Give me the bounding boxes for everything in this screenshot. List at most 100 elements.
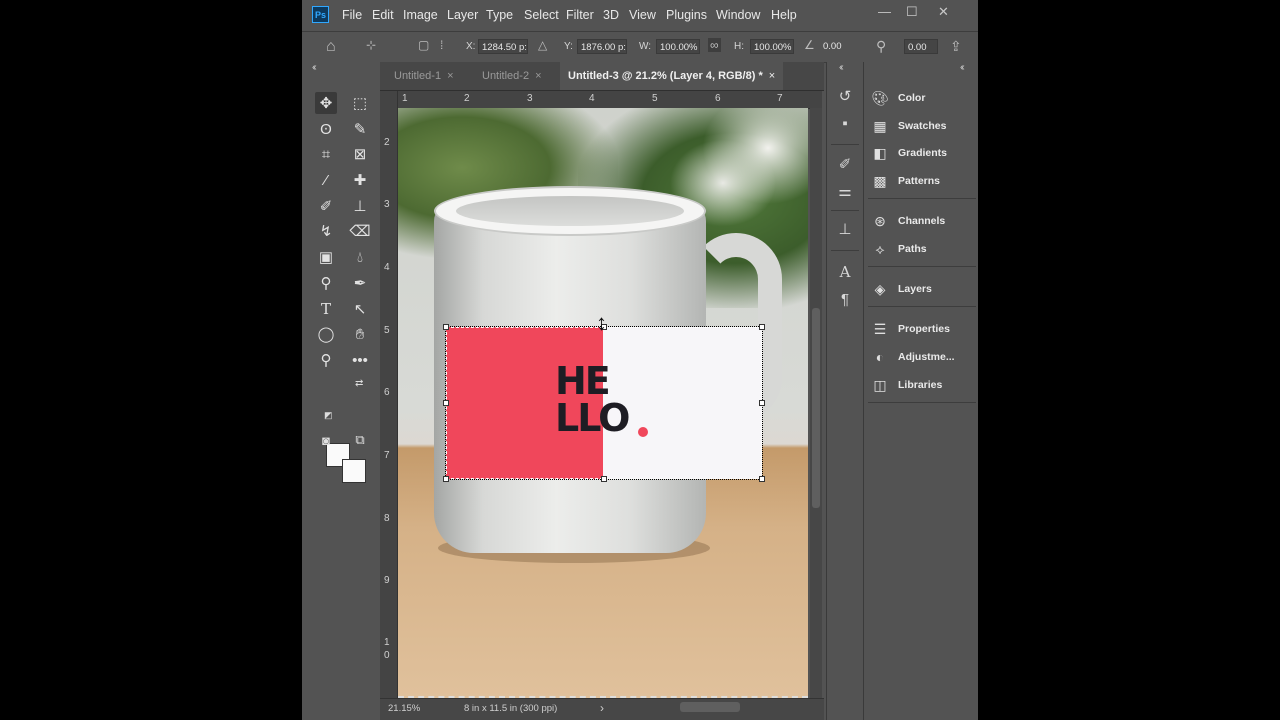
type-tool-icon[interactable]: T <box>315 298 337 320</box>
link-icon[interactable]: ∞ <box>708 38 721 52</box>
transform-handle[interactable] <box>759 324 765 330</box>
adjust-icon[interactable]: ⚌ <box>835 182 855 202</box>
pen-tool-icon[interactable]: ✒ <box>349 272 371 294</box>
path-select-tool-icon[interactable]: ↖ <box>349 298 371 320</box>
move-tool-icon[interactable]: ✥ <box>315 92 337 114</box>
panel-libraries[interactable]: ◫ Libraries <box>870 373 978 397</box>
home-icon[interactable]: ⌂ <box>326 38 336 56</box>
panel-color[interactable]: 🎨︎ Color <box>870 86 978 110</box>
transform-handle[interactable] <box>601 476 607 482</box>
panel-gradients[interactable]: ◧ Gradients <box>870 141 978 165</box>
search-icon[interactable]: ⚲ <box>876 38 886 55</box>
screen-mode-icon[interactable]: ⧉ <box>349 429 371 451</box>
y-position-field[interactable]: 1876.00 p: <box>577 39 627 54</box>
stamp-tool-icon[interactable]: ⊥ <box>349 195 371 217</box>
collapse-icons-icon[interactable]: ‹‹ <box>839 62 843 73</box>
marquee-tool-icon[interactable]: ⬚ <box>349 92 371 114</box>
collapse-toolbar-icon[interactable]: ‹‹ <box>312 62 316 73</box>
panel-layers[interactable]: ◈ Layers <box>870 277 978 301</box>
history-icon[interactable]: ↺ <box>835 87 855 107</box>
frame-tool-icon[interactable]: ⊠ <box>349 143 371 165</box>
paragraph-icon[interactable]: ¶ <box>835 290 855 310</box>
tab-untitled-3[interactable]: Untitled-3 @ 21.2% (Layer 4, RGB/8) * × <box>560 62 784 90</box>
transform-handle[interactable] <box>759 476 765 482</box>
angle-icon: ∠ <box>804 38 815 52</box>
collapse-panels-icon[interactable]: ‹‹ <box>960 62 964 73</box>
default-colors-icon[interactable]: ◩ <box>324 410 333 421</box>
transform-handle[interactable] <box>759 400 765 406</box>
zoom-level[interactable]: 21.15% <box>388 703 420 714</box>
transform-handle[interactable] <box>443 476 449 482</box>
tab-untitled-2[interactable]: Untitled-2 × <box>474 62 550 90</box>
menu-edit[interactable]: Edit <box>372 8 394 22</box>
menu-type[interactable]: Type <box>486 8 513 22</box>
tab-untitled-1[interactable]: Untitled-1 × <box>386 62 462 90</box>
x-label: X: <box>466 41 476 52</box>
scroll-thumb[interactable] <box>812 308 820 508</box>
panel-adjustments[interactable]: ◐ Adjustme... <box>870 345 978 369</box>
menu-window[interactable]: Window <box>716 8 760 22</box>
share-icon[interactable]: ⇪ <box>950 38 962 55</box>
menu-help[interactable]: Help <box>771 8 797 22</box>
close-tab-icon[interactable]: × <box>769 70 775 82</box>
menu-view[interactable]: View <box>629 8 656 22</box>
dodge-tool-icon[interactable]: ⚲ <box>315 272 337 294</box>
quick-select-tool-icon[interactable]: ✎ <box>349 118 371 140</box>
healing-tool-icon[interactable]: ✚ <box>349 169 371 191</box>
transform-handle[interactable] <box>443 324 449 330</box>
history-brush-tool-icon[interactable]: ↯ <box>315 220 337 242</box>
grid-icon[interactable]: ⁞ <box>440 38 443 52</box>
blur-tool-icon[interactable]: 💧︎ <box>349 246 371 268</box>
interpolation-field[interactable]: 0.00 <box>904 39 938 54</box>
clone-source-icon[interactable]: ⊥ <box>835 220 855 240</box>
swap-colors-icon[interactable]: ⇄ <box>355 378 363 389</box>
menu-select[interactable]: Select <box>524 8 559 22</box>
eraser-tool-icon[interactable]: ⌫ <box>349 220 371 242</box>
ruler-tick: 7 <box>384 450 390 461</box>
eyedropper-tool-icon[interactable]: ⁄ <box>315 169 337 191</box>
background-color-swatch[interactable] <box>342 459 366 483</box>
hand-tool-icon[interactable]: ✋︎ <box>349 323 371 345</box>
panel-properties[interactable]: ☰ Properties <box>870 317 978 341</box>
minimize-icon[interactable]: — <box>878 4 891 19</box>
lasso-tool-icon[interactable]: ʘ <box>315 118 337 140</box>
x-position-field[interactable]: 1284.50 p: <box>478 39 528 54</box>
panels-dock: ‹‹ 🎨︎ Color ▦ Swatches ◧ Gradients ▩ Pattern… <box>864 62 978 720</box>
horizontal-scroll-thumb[interactable] <box>680 702 740 712</box>
toggle-reference-icon[interactable]: ▢ <box>418 38 429 52</box>
panel-swatches[interactable]: ▦ Swatches <box>870 114 978 138</box>
menu-filter[interactable]: Filter <box>566 8 594 22</box>
document-canvas[interactable]: HE LLO ↕ <box>398 108 808 698</box>
menu-layer[interactable]: Layer <box>447 8 478 22</box>
transform-handle[interactable] <box>443 400 449 406</box>
width-field[interactable]: 100.00% <box>656 39 700 54</box>
transform-bounding-box[interactable] <box>445 326 763 480</box>
close-tab-icon[interactable]: × <box>447 70 453 82</box>
comments-icon[interactable]: ▪ <box>835 114 855 134</box>
character-icon[interactable]: A <box>835 262 855 282</box>
close-window-icon[interactable]: ✕ <box>938 4 949 20</box>
brush-settings-icon[interactable]: ✐ <box>835 155 855 175</box>
crop-tool-icon[interactable]: ⌗ <box>315 143 337 165</box>
zoom-tool-icon[interactable]: ⚲ <box>315 349 337 371</box>
menu-plugins[interactable]: Plugins <box>666 8 707 22</box>
rotate-field[interactable]: 0.00 <box>820 39 860 54</box>
panel-paths[interactable]: ⟡ Paths <box>870 237 978 261</box>
quick-mask-icon[interactable]: ◙ <box>315 429 337 451</box>
panel-patterns[interactable]: ▩ Patterns <box>870 169 978 193</box>
ellipse-tool-icon[interactable]: ◯ <box>315 323 337 345</box>
status-menu-arrow-icon[interactable]: › <box>600 701 604 715</box>
menu-3d[interactable]: 3D <box>603 8 619 22</box>
palette-icon: 🎨︎ <box>871 89 889 106</box>
gradient-tool-icon[interactable]: ▣ <box>315 246 337 268</box>
height-field[interactable]: 100.00% <box>750 39 794 54</box>
vertical-scrollbar[interactable] <box>810 108 822 698</box>
menu-image[interactable]: Image <box>403 8 438 22</box>
brush-tool-icon[interactable]: ✐ <box>315 195 337 217</box>
close-tab-icon[interactable]: × <box>535 70 541 82</box>
menu-file[interactable]: File <box>342 8 362 22</box>
reference-point-icon[interactable]: ⊹ <box>366 38 376 52</box>
more-tools-icon[interactable]: ••• <box>349 349 371 371</box>
panel-channels[interactable]: ⊛ Channels <box>870 209 978 233</box>
maximize-icon[interactable]: ☐ <box>906 4 918 20</box>
